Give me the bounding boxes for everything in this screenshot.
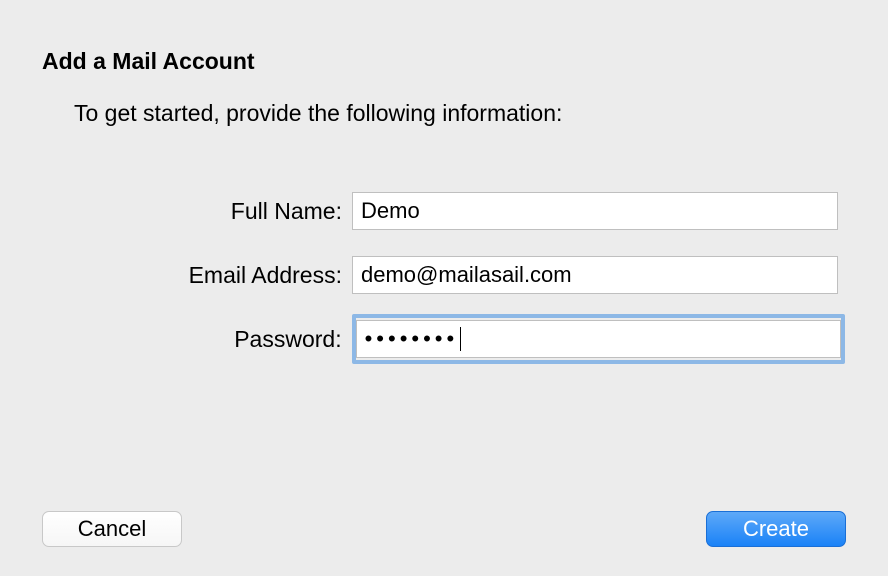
dialog-buttons: Cancel Create: [0, 507, 888, 551]
password-label: Password:: [0, 326, 352, 353]
email-input[interactable]: [352, 256, 838, 294]
add-mail-account-dialog: Add a Mail Account To get started, provi…: [0, 0, 888, 576]
create-button[interactable]: Create: [706, 511, 846, 547]
email-row: Email Address:: [0, 254, 845, 296]
text-caret: [460, 327, 461, 351]
dialog-title: Add a Mail Account: [42, 48, 255, 75]
password-input[interactable]: ••••••••: [356, 320, 841, 358]
full-name-label: Full Name:: [0, 198, 352, 225]
full-name-field-wrap: [352, 190, 838, 232]
password-field-wrap: ••••••••: [352, 314, 845, 364]
email-field-wrap: [352, 254, 838, 296]
dialog-subtitle: To get started, provide the following in…: [74, 100, 562, 127]
email-label: Email Address:: [0, 262, 352, 289]
full-name-row: Full Name:: [0, 190, 845, 232]
cancel-button[interactable]: Cancel: [42, 511, 182, 547]
full-name-input[interactable]: [352, 192, 838, 230]
password-row: Password: ••••••••: [0, 318, 845, 360]
password-mask: ••••••••: [365, 326, 459, 352]
